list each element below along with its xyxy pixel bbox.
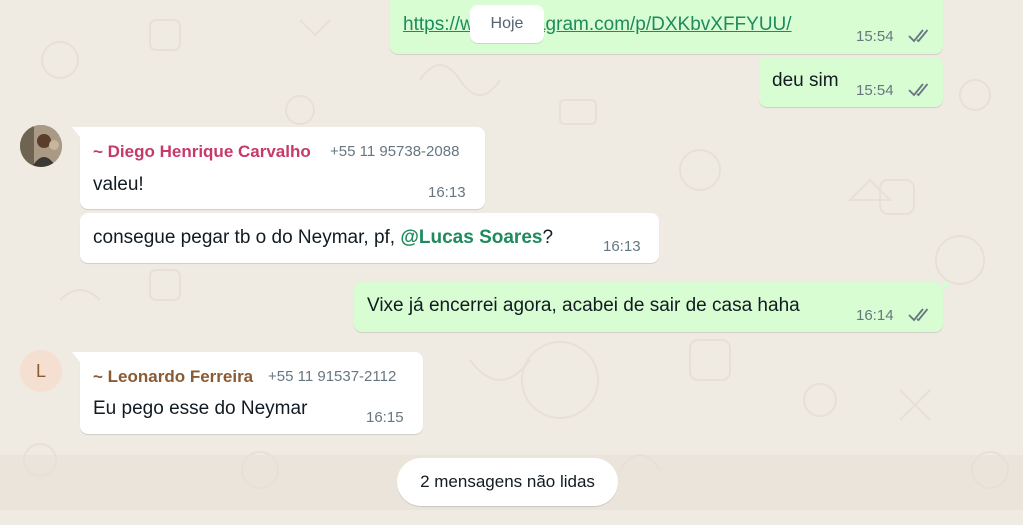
avatar-diego[interactable]: [20, 125, 62, 167]
incoming-message[interactable]: ~ Leonardo Ferreira +55 11 91537-2112 Eu…: [80, 352, 423, 434]
bubble-tail: [72, 352, 80, 362]
message-time: 15:54: [856, 82, 894, 99]
bubble-tail: [943, 282, 951, 292]
unread-messages-banner: 2 mensagens não lidas: [397, 458, 618, 506]
message-text: valeu!: [93, 174, 144, 195]
unread-banner-label: 2 mensagens não lidas: [420, 472, 595, 491]
incoming-message-mention[interactable]: consegue pegar tb o do Neymar, pf, @Luca…: [80, 213, 659, 263]
double-check-icon: [908, 83, 929, 97]
message-time: 16:13: [428, 184, 466, 201]
message-text: consegue pegar tb o do Neymar, pf, @Luca…: [93, 227, 553, 249]
sender-name[interactable]: ~ Leonardo Ferreira: [93, 367, 253, 387]
message-time: 15:54: [856, 28, 894, 45]
mention-link[interactable]: @Lucas Soares: [400, 227, 542, 248]
message-time: 16:15: [366, 409, 404, 426]
date-chip-label: Hoje: [490, 15, 524, 32]
message-time: 16:13: [603, 238, 641, 255]
message-text: deu sim: [772, 70, 839, 91]
bubble-tail: [72, 127, 80, 137]
double-check-icon: [908, 29, 929, 43]
instagram-link[interactable]: https://www.instagram.com/p/DXKbvXFFYUU/: [403, 14, 792, 36]
message-text: Vixe já encerrei agora, acabei de sair d…: [367, 295, 800, 316]
outgoing-message[interactable]: Vixe já encerrei agora, acabei de sair d…: [354, 282, 943, 332]
sender-name[interactable]: ~ Diego Henrique Carvalho: [93, 142, 311, 162]
message-text-after: ?: [542, 227, 554, 248]
message-text: Eu pego esse do Neymar: [93, 398, 308, 419]
avatar-leonardo[interactable]: L: [20, 350, 62, 392]
sender-phone: +55 11 91537-2112: [268, 368, 397, 385]
message-time: 16:14: [856, 307, 894, 324]
avatar-letter: L: [35, 361, 46, 381]
double-check-icon: [908, 308, 929, 322]
sender-phone: +55 11 95738-2088: [330, 143, 460, 160]
date-chip: Hoje: [470, 5, 544, 43]
contact-photo-icon: [20, 125, 62, 167]
outgoing-message[interactable]: deu sim 15:54: [759, 57, 943, 107]
incoming-message[interactable]: ~ Diego Henrique Carvalho +55 11 95738-2…: [80, 127, 485, 209]
message-text-before: consegue pegar tb o do Neymar, pf,: [93, 227, 401, 248]
